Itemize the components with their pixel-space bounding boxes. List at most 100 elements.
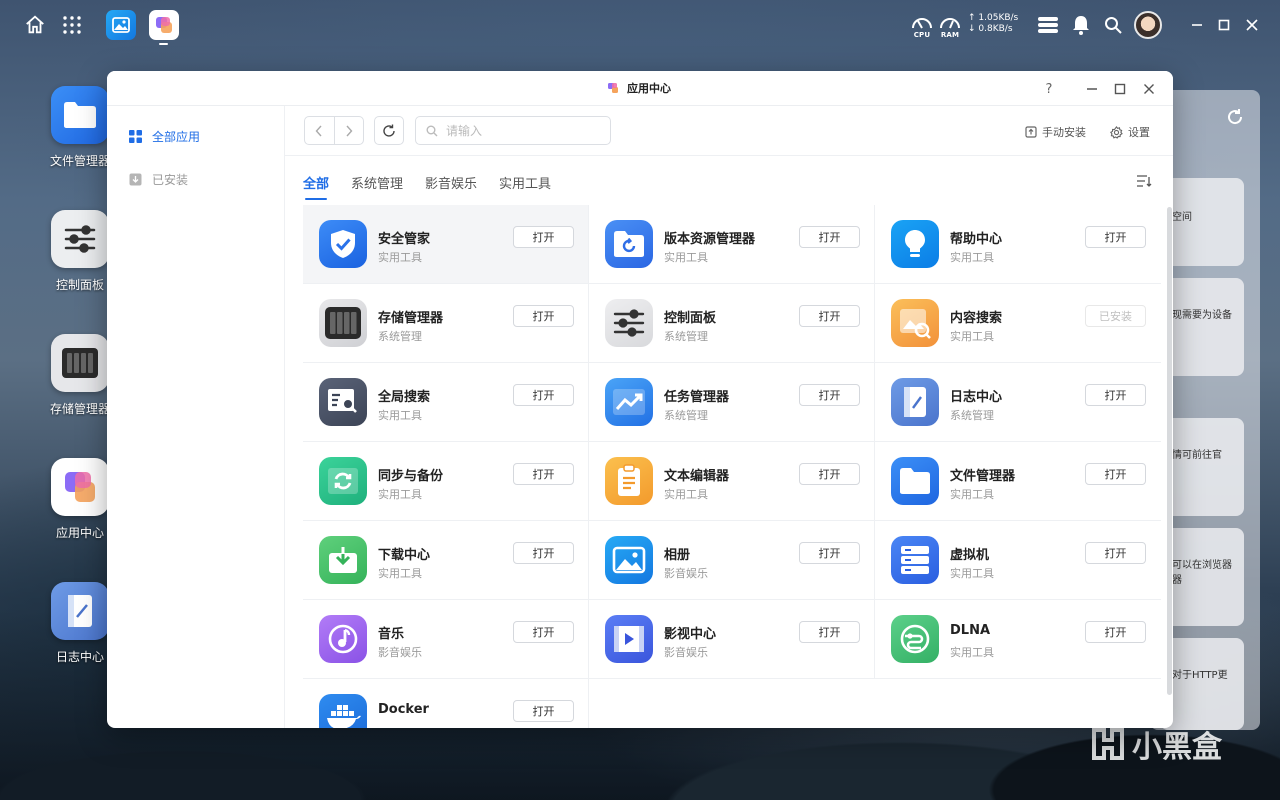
taskbar-photos-app-icon[interactable] [106,10,136,40]
window-titlebar[interactable]: 应用中心 ? [107,71,1173,106]
installed-icon [129,173,142,186]
help-button[interactable]: ? [1037,77,1061,101]
minimize-icon [1087,88,1097,90]
tab-system-management[interactable]: 系统管理 [351,173,403,200]
app-card[interactable]: 存储管理器 系统管理 打开 [303,284,589,363]
open-button[interactable]: 打开 [799,384,860,406]
open-button[interactable]: 打开 [1085,542,1146,564]
sidebar-item-installed[interactable]: 已安装 [129,171,188,188]
app-card[interactable]: 文件管理器 实用工具 打开 [875,442,1161,521]
open-button[interactable]: 打开 [799,226,860,248]
app-card[interactable]: Docker 打开 [303,679,589,728]
app-card[interactable]: 音乐 影音娱乐 打开 [303,600,589,679]
app-card[interactable]: 日志中心 系统管理 打开 [875,363,1161,442]
app-card[interactable]: 版本资源管理器 实用工具 打开 [589,205,875,284]
taskbar-app-center-icon[interactable] [149,10,179,40]
sidebar-item-all-apps[interactable]: 全部应用 [129,128,200,145]
scrollbar[interactable] [1167,207,1172,695]
app-card[interactable]: 帮助中心 实用工具 打开 [875,205,1161,284]
app-card[interactable]: 控制面板系统管理 打开 [589,284,875,363]
open-button[interactable]: 打开 [799,463,860,485]
bell-icon[interactable] [1069,13,1093,37]
app-name: 虚拟机 [950,548,990,563]
sliders-icon [51,210,109,268]
app-category: 实用工具 [378,488,422,501]
watermark-text: 小黑盒 [1132,730,1222,765]
open-button[interactable]: 打开 [513,542,574,564]
home-icon[interactable] [22,12,48,38]
background-refresh-icon[interactable] [1224,106,1246,128]
app-category: 实用工具 [378,567,422,580]
desktop-minimize-icon[interactable] [1186,14,1208,36]
maximize-button[interactable] [1108,77,1132,101]
app-category: 实用工具 [378,409,422,422]
back-button[interactable] [305,117,335,144]
open-button[interactable]: 打开 [1085,463,1146,485]
docker-icon [319,694,367,728]
sort-icon[interactable] [1136,173,1152,192]
app-card[interactable]: 相册 影音娱乐 打开 [589,521,875,600]
app-card[interactable]: 虚拟机 实用工具 打开 [875,521,1161,600]
app-name: 影视中心 [664,627,717,642]
open-button[interactable]: 打开 [513,621,574,643]
open-button[interactable]: 打开 [513,463,574,485]
window-title-text: 应用中心 [627,82,671,95]
desktop-close-icon[interactable] [1241,14,1263,36]
app-center-window: 应用中心 ? 全部应用 已安装 请输入 手动安装 设置 全部 系统管理 影音娱乐… [107,71,1173,728]
app-category: 实用工具 [664,251,708,264]
refresh-button[interactable] [374,116,404,145]
app-name: 版本资源管理器 [664,232,756,247]
sliders-icon [605,299,653,347]
app-launcher-grid-icon[interactable] [60,13,84,37]
open-button[interactable]: 打开 [513,226,574,248]
close-button[interactable] [1137,77,1161,101]
search-input[interactable] [446,123,596,138]
cpu-gauge[interactable]: CPU [911,14,933,39]
app-name: 同步与备份 [378,469,444,484]
app-card[interactable]: 任务管理器 系统管理 打开 [589,363,875,442]
search-icon[interactable] [1101,13,1125,37]
tab-media-entertainment[interactable]: 影音娱乐 [425,173,477,200]
app-card[interactable]: 下载中心实用工具 打开 [303,521,589,600]
open-button[interactable]: 打开 [799,621,860,643]
app-name: 相册 [664,548,691,563]
app-card[interactable]: 全局搜索 实用工具 打开 [303,363,589,442]
minimize-button[interactable] [1080,77,1104,101]
settings-button[interactable]: 设置 [1110,124,1150,140]
open-button[interactable]: 打开 [1085,226,1146,248]
app-name: DLNA [950,623,991,638]
tab-all[interactable]: 全部 [303,173,329,200]
manual-install-button[interactable]: 手动安装 [1025,124,1086,140]
open-button[interactable]: 打开 [799,542,860,564]
app-card[interactable]: 文本编辑器 实用工具 打开 [589,442,875,521]
app-name: 下载中心 [378,548,431,563]
desktop-maximize-icon[interactable] [1213,14,1235,36]
open-button[interactable]: 打开 [513,384,574,406]
open-button[interactable]: 打开 [513,700,574,722]
app-name: 控制面板 [664,311,717,326]
installed-button[interactable]: 已安装 [1085,305,1146,327]
app-card[interactable]: 内容搜索 实用工具 已安装 [875,284,1161,363]
clipboard-icon [605,457,653,505]
sidebar: 全部应用 已安装 [107,106,285,728]
app-card[interactable]: 同步与备份实用工具 打开 [303,442,589,521]
open-button[interactable]: 打开 [1085,384,1146,406]
open-button[interactable]: 打开 [799,305,860,327]
app-category: 系统管理 [664,330,708,343]
app-center-icon [51,458,109,516]
search-box[interactable] [415,116,611,145]
app-card[interactable]: 影视中心 影音娱乐 打开 [589,600,875,679]
app-name: 安全管家 [378,232,431,247]
app-category: 系统管理 [378,330,422,343]
server-status-icon[interactable] [1036,13,1060,37]
tab-utilities[interactable]: 实用工具 [499,173,551,200]
sync-icon [319,457,367,505]
app-card[interactable]: 安全管家 实用工具 打开 [303,205,589,284]
open-button[interactable]: 打开 [513,305,574,327]
forward-button[interactable] [335,117,364,144]
open-button[interactable]: 打开 [1085,621,1146,643]
app-category: 实用工具 [950,646,994,659]
ram-gauge[interactable]: RAM [939,14,961,39]
avatar[interactable] [1134,11,1162,39]
app-card[interactable]: DLNA 实用工具 打开 [875,600,1161,679]
